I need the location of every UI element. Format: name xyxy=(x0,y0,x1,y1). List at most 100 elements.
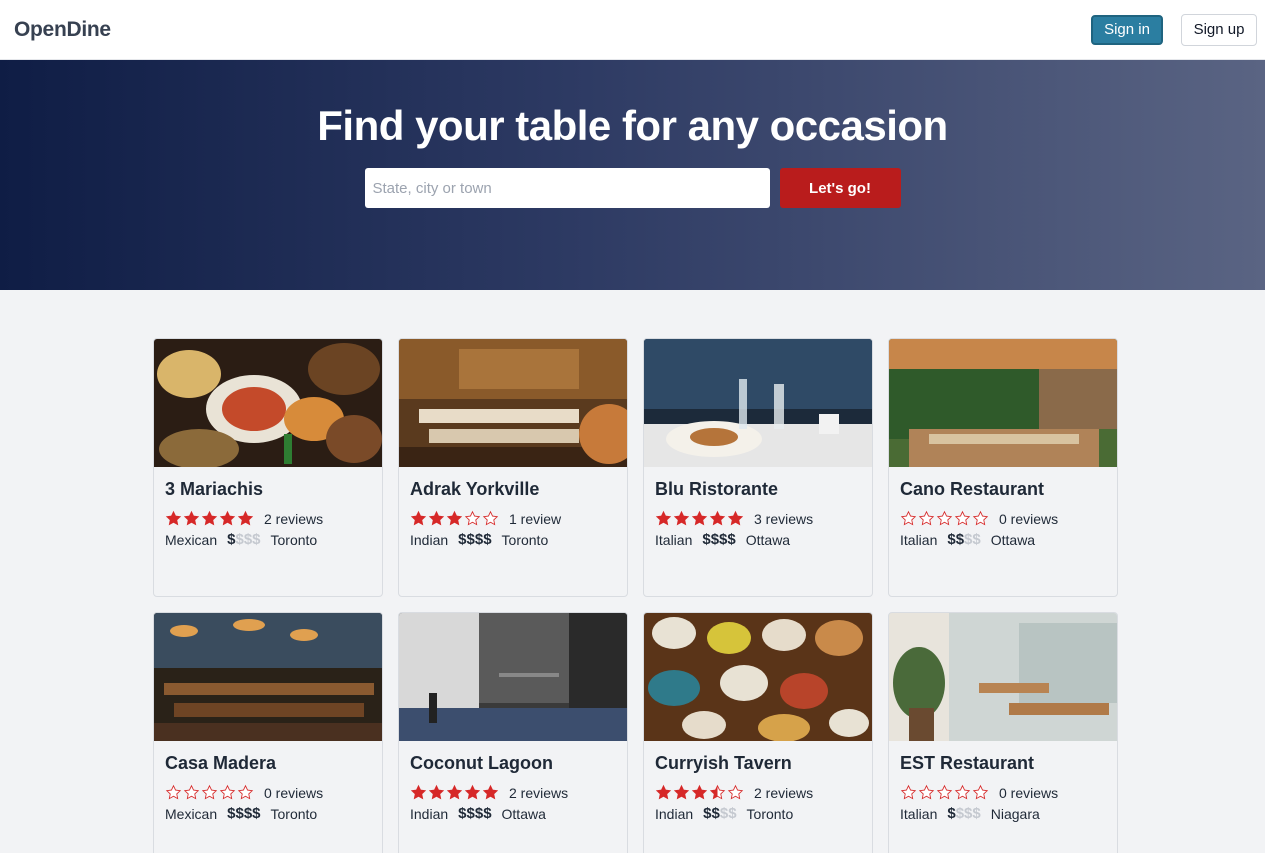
review-count: 2 reviews xyxy=(754,784,814,801)
city-label: Ottawa xyxy=(501,805,546,822)
price-dollar-active: $ xyxy=(711,805,720,822)
restaurant-name[interactable]: Blu Ristorante xyxy=(655,479,861,500)
price-dollar-active: $ xyxy=(483,805,492,822)
meta-row: Indian $$$$ Toronto xyxy=(410,531,616,548)
review-count: 0 reviews xyxy=(999,510,1059,527)
price-dollar-inactive: $ xyxy=(728,805,737,822)
restaurant-name[interactable]: Coconut Lagoon xyxy=(410,753,616,774)
auth-actions: Sign in Sign up xyxy=(1091,13,1257,46)
price-dollar-inactive: $ xyxy=(955,805,965,822)
cuisine-label: Italian xyxy=(655,531,693,548)
meta-row: Italian $$$$ Niagara xyxy=(900,805,1106,822)
restaurant-card[interactable]: 3 Mariachis 2 reviews Mexican $$$$ Toron… xyxy=(153,338,383,597)
hero-banner: Find your table for any occasion Let's g… xyxy=(0,60,1265,290)
restaurant-photo xyxy=(154,339,382,467)
restaurant-card[interactable]: Adrak Yorkville 1 review Indian $$$$ Tor… xyxy=(398,338,628,597)
star-empty-icon xyxy=(201,784,218,800)
price-dollar-active: $ xyxy=(955,531,965,548)
restaurant-photo xyxy=(399,613,627,741)
star-empty-icon xyxy=(237,784,254,800)
city-label: Toronto xyxy=(746,805,794,822)
review-count: 0 reviews xyxy=(264,784,324,801)
star-empty-icon xyxy=(219,784,236,800)
restaurant-photo xyxy=(154,613,382,741)
restaurant-card[interactable]: Blu Ristorante 3 reviews Italian $$$$ Ot… xyxy=(643,338,873,597)
star-empty-icon xyxy=(900,784,917,800)
price-dollar-active: $ xyxy=(252,805,261,822)
restaurant-name[interactable]: Curryish Tavern xyxy=(655,753,861,774)
restaurant-name[interactable]: Casa Madera xyxy=(165,753,371,774)
cuisine-label: Indian xyxy=(410,531,449,548)
restaurant-card[interactable]: Casa Madera 0 reviews Mexican $$$$ Toron… xyxy=(153,612,383,853)
star-empty-icon xyxy=(972,510,989,526)
star-full-icon xyxy=(673,510,690,526)
rating-row: 2 reviews xyxy=(655,784,861,801)
price-level: $$$$ xyxy=(703,805,736,822)
price-dollar-active: $ xyxy=(947,805,956,822)
restaurant-name[interactable]: Adrak Yorkville xyxy=(410,479,616,500)
star-half-icon xyxy=(709,784,726,800)
review-count: 2 reviews xyxy=(509,784,569,801)
price-dollar-active: $ xyxy=(466,531,475,548)
rating-row: 2 reviews xyxy=(410,784,616,801)
city-label: Niagara xyxy=(990,805,1040,822)
star-empty-icon xyxy=(918,784,935,800)
star-full-icon xyxy=(183,510,200,526)
star-empty-icon xyxy=(727,784,744,800)
meta-row: Mexican $$$$ Toronto xyxy=(165,531,371,548)
star-full-icon xyxy=(464,784,481,800)
restaurant-grid: 3 Mariachis 2 reviews Mexican $$$$ Toron… xyxy=(0,290,1265,853)
star-empty-icon xyxy=(183,784,200,800)
search-submit-button[interactable]: Let's go! xyxy=(779,168,901,208)
location-search-input[interactable] xyxy=(364,168,770,208)
price-level: $$$$ xyxy=(227,531,260,548)
top-navbar: OpenDine Sign in Sign up xyxy=(0,0,1265,60)
restaurant-card[interactable]: Curryish Tavern 2 reviews Indian $$$$ To… xyxy=(643,612,873,853)
price-dollar-active: $ xyxy=(483,531,492,548)
review-count: 1 review xyxy=(509,510,562,527)
price-dollar-inactive: $ xyxy=(972,531,981,548)
star-full-icon xyxy=(165,510,182,526)
restaurant-photo xyxy=(644,613,872,741)
restaurant-card[interactable]: EST Restaurant 0 reviews Italian $$$$ Ni… xyxy=(888,612,1118,853)
restaurant-photo xyxy=(399,339,627,467)
search-bar: Let's go! xyxy=(364,168,901,208)
meta-row: Mexican $$$$ Toronto xyxy=(165,805,371,822)
city-label: Ottawa xyxy=(990,531,1036,548)
rating-row: 3 reviews xyxy=(655,510,861,527)
city-label: Toronto xyxy=(270,805,318,822)
price-dollar-inactive: $ xyxy=(252,531,261,548)
restaurant-name[interactable]: Cano Restaurant xyxy=(900,479,1106,500)
meta-row: Italian $$$$ Ottawa xyxy=(655,531,861,548)
restaurant-card[interactable]: Cano Restaurant 0 reviews Italian $$$$ O… xyxy=(888,338,1118,597)
restaurant-name[interactable]: EST Restaurant xyxy=(900,753,1106,774)
sign-up-button[interactable]: Sign up xyxy=(1181,13,1257,46)
brand-logo[interactable]: OpenDine xyxy=(14,18,111,42)
sign-in-button[interactable]: Sign in xyxy=(1091,14,1163,45)
star-rating xyxy=(410,510,499,527)
price-level: $$$$ xyxy=(227,805,260,822)
star-empty-icon xyxy=(954,510,971,526)
restaurant-photo xyxy=(889,339,1117,467)
star-full-icon xyxy=(201,510,218,526)
star-full-icon xyxy=(446,510,463,526)
star-empty-icon xyxy=(900,510,917,526)
rating-row: 0 reviews xyxy=(900,510,1106,527)
price-dollar-inactive: $ xyxy=(235,531,244,548)
restaurant-card[interactable]: Coconut Lagoon 2 reviews Indian $$$$ Ott… xyxy=(398,612,628,853)
price-level: $$$$ xyxy=(947,805,980,822)
price-dollar-active: $ xyxy=(474,805,484,822)
hero-title: Find your table for any occasion xyxy=(317,102,948,149)
price-dollar-inactive: $ xyxy=(719,805,729,822)
price-dollar-active: $ xyxy=(474,531,484,548)
rating-row: 0 reviews xyxy=(900,784,1106,801)
star-full-icon xyxy=(219,510,236,526)
star-empty-icon xyxy=(918,510,935,526)
rating-row: 1 review xyxy=(410,510,616,527)
rating-row: 0 reviews xyxy=(165,784,371,801)
price-dollar-active: $ xyxy=(703,805,712,822)
cuisine-label: Indian xyxy=(410,805,449,822)
restaurant-name[interactable]: 3 Mariachis xyxy=(165,479,371,500)
star-rating xyxy=(410,784,499,801)
star-empty-icon xyxy=(464,510,481,526)
